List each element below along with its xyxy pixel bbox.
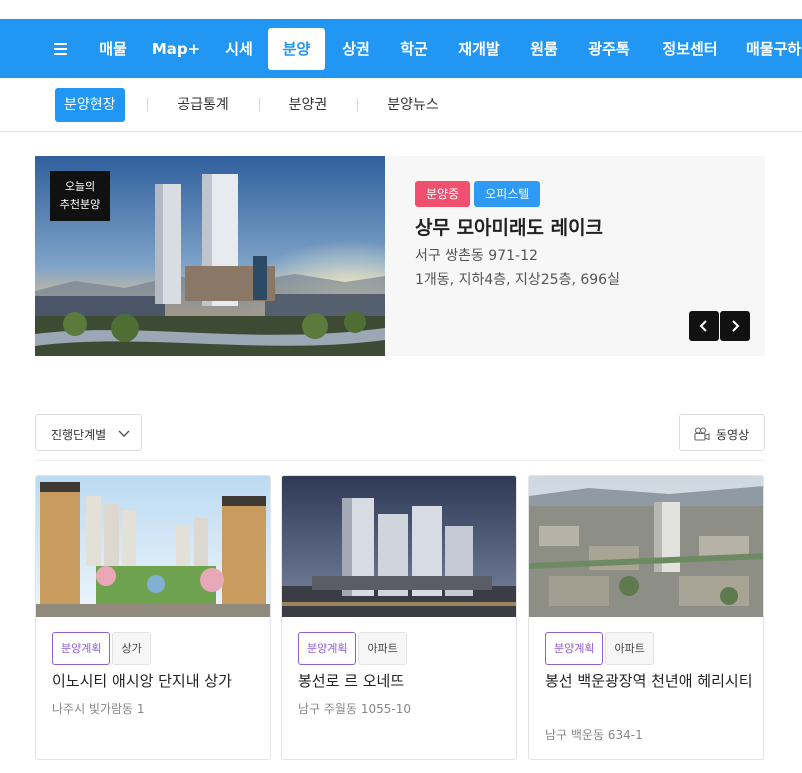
arrow-left-icon[interactable] [689,311,719,341]
video-filter-label: 동영상 [716,428,750,442]
card-image [529,476,763,617]
card-address: 남구 백운동 634-1 [545,728,643,742]
recommended-presale-banner[interactable]: 오늘의 추천분양 분양중 오피스텔 상무 모아미래도 레이크 서구 쌍촌동 971… [35,156,765,356]
subnav-item-presale-sites[interactable]: 분양현장 [55,88,125,122]
today-recommended-tag: 오늘의 추천분양 [50,171,110,221]
card-tags: 분양계획 상가 [52,632,151,665]
card-title[interactable]: 이노시티 애시앙 단지내 상가 [52,668,262,694]
stage-filter-label: 진행단계별 [51,428,107,442]
hero-info: 1개동, 지하4층, 지상25층, 696실 [415,272,620,288]
chevron-down-icon [118,430,130,437]
video-filter-button[interactable]: 동영상 [679,414,765,451]
hero-badges: 분양중 오피스텔 [415,181,541,207]
card-title[interactable]: 봉선로 르 오네뜨 [298,668,508,694]
arrow-right-icon[interactable] [720,311,750,341]
type-tag: 아파트 [358,632,407,665]
card-title[interactable]: 봉선 백운광장역 천년애 헤리시티 [545,668,755,694]
main-nav: 매물 Map+ 시세 분양 상권 학군 재개발 원룸 광주톡 정보센터 매물구하 [0,19,802,78]
nav-item-info-center[interactable]: 정보센터 [650,28,730,70]
status-tag: 분양계획 [298,632,357,665]
nav-item-school[interactable]: 학군 [388,28,440,70]
tag-line: 오늘의 [64,180,96,193]
divider [357,98,358,112]
menu-icon[interactable] [50,37,72,59]
subnav-item-supply-stats[interactable]: 공급통계 [167,88,239,122]
status-badge: 분양중 [415,181,471,207]
type-tag: 아파트 [605,632,654,665]
hero-address: 서구 쌍촌동 971-12 [415,248,538,264]
card-image [282,476,516,617]
divider [259,98,260,112]
hero-title[interactable]: 상무 모아미래도 레이크 [415,213,603,240]
video-camera-icon [694,427,710,441]
card-image [36,476,270,617]
card-tags: 분양계획 아파트 [298,632,407,665]
subnav-item-presale-rights[interactable]: 분양권 [279,88,337,122]
nav-item-commercial[interactable]: 상권 [330,28,382,70]
subnav-item-presale-news[interactable]: 분양뉴스 [377,88,449,122]
nav-item-redevelopment[interactable]: 재개발 [446,28,512,70]
nav-item-find-listing[interactable]: 매물구하 [738,28,802,70]
divider [35,460,765,461]
presale-card[interactable]: 분양계획 상가 이노시티 애시앙 단지내 상가 나주시 빛가람동 1 [35,475,271,760]
nav-item-prices[interactable]: 시세 [213,28,265,70]
nav-item-gwangju-talk[interactable]: 광주톡 [576,28,642,70]
card-tags: 분양계획 아파트 [545,632,654,665]
card-address: 남구 주월동 1055-10 [298,702,411,716]
card-address: 나주시 빛가람동 1 [52,702,145,716]
tag-line: 추천분양 [59,198,101,211]
type-badge: 오피스텔 [474,181,541,207]
nav-item-oneroom[interactable]: 원룸 [518,28,570,70]
presale-card[interactable]: 분양계획 아파트 봉선로 르 오네뜨 남구 주월동 1055-10 [281,475,517,760]
nav-item-mapplus[interactable]: Map+ [148,28,204,70]
nav-item-listings[interactable]: 매물 [87,28,139,70]
divider [147,98,148,112]
type-tag: 상가 [112,632,151,665]
status-tag: 분양계획 [52,632,111,665]
hero-image[interactable]: 오늘의 추천분양 [35,156,385,356]
status-tag: 분양계획 [545,632,604,665]
presale-card[interactable]: 분양계획 아파트 봉선 백운광장역 천년애 헤리시티 남구 백운동 634-1 [528,475,764,760]
stage-filter-dropdown[interactable]: 진행단계별 [35,414,142,451]
nav-item-presale[interactable]: 분양 [268,28,325,70]
sub-nav: 분양현장 공급통계 분양권 분양뉴스 [0,78,802,132]
